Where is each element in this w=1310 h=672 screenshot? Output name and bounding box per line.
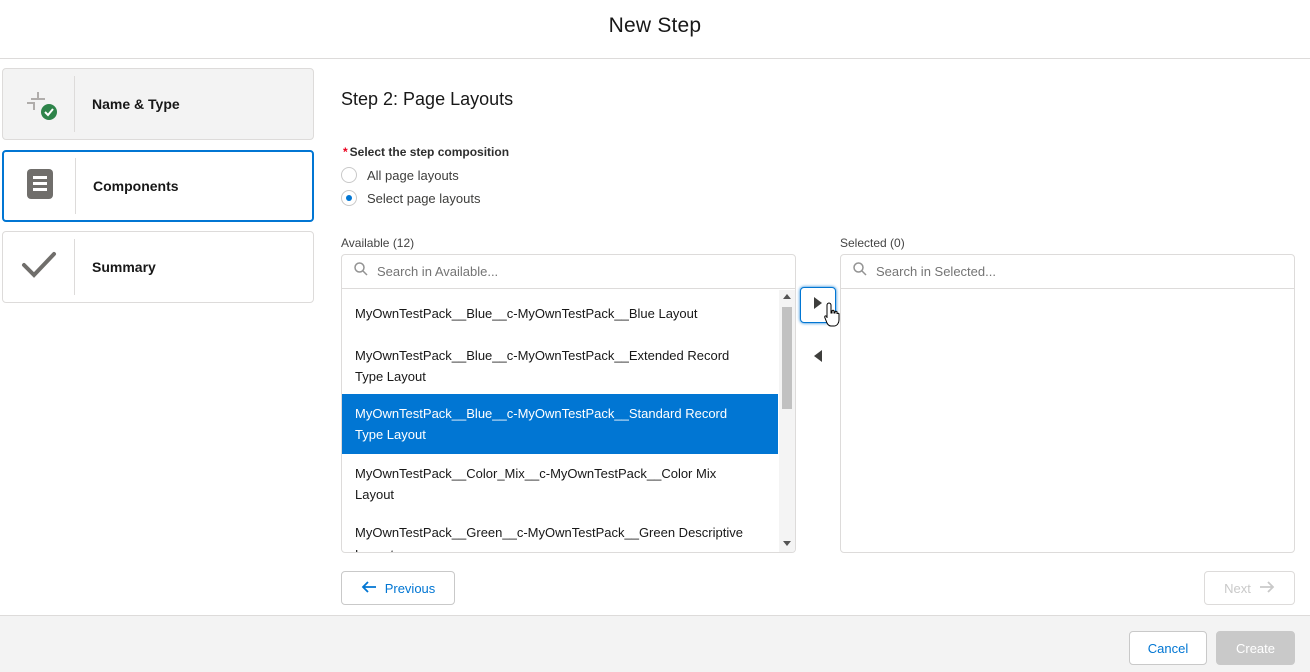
scrollbar-thumb[interactable] <box>782 307 792 409</box>
available-listbox[interactable]: MyOwnTestPack__Blue__c-MyOwnTestPack__Bl… <box>341 254 796 553</box>
composition-label: * Select the step composition <box>343 145 509 159</box>
available-search-input[interactable] <box>377 264 757 279</box>
hand-cursor-icon <box>824 302 840 333</box>
list-item-text: MyOwnTestPack__Blue__c-MyOwnTestPack__Bl… <box>355 303 698 325</box>
list-item[interactable]: MyOwnTestPack__Blue__c-MyOwnTestPack__Bl… <box>342 290 778 338</box>
arrow-left-icon <box>361 580 377 596</box>
list-item[interactable]: MyOwnTestPack__Blue__c-MyOwnTestPack__Ex… <box>342 338 778 394</box>
list-item-line: MyOwnTestPack__Green__c-MyOwnTestPack__G… <box>355 525 743 540</box>
arrow-right-icon <box>1259 580 1275 596</box>
scroll-down-icon[interactable] <box>783 541 791 546</box>
list-item-line: MyOwnTestPack__Blue__c-MyOwnTestPack__St… <box>355 405 728 421</box>
list-item-selected[interactable]: MyOwnTestPack__Blue__c-MyOwnTestPack__St… <box>342 394 778 454</box>
selected-label: Selected (0) <box>840 236 905 250</box>
move-to-available-button[interactable] <box>800 340 836 376</box>
modal-header: New Step <box>0 0 1310 59</box>
step-title: Step 2: Page Layouts <box>341 89 514 109</box>
step-icon-box <box>3 76 75 132</box>
previous-label: Previous <box>384 580 436 596</box>
selected-search-input[interactable] <box>876 264 1256 279</box>
radio-label: All page layouts <box>367 167 459 183</box>
list-item-text: MyOwnTestPack__Color_Mix__c-MyOwnTestPac… <box>355 463 716 506</box>
list-item-line: Type Layout <box>355 369 426 384</box>
next-button[interactable]: Next <box>1204 571 1295 605</box>
step-label: Name & Type <box>92 96 180 112</box>
next-label: Next <box>1224 580 1251 596</box>
list-item-line: MyOwnTestPack__Blue__c-MyOwnTestPack__Bl… <box>355 306 698 322</box>
radio-all-page-layouts[interactable]: All page layouts <box>341 167 459 183</box>
triangle-right-icon <box>813 296 823 314</box>
available-search <box>342 255 795 289</box>
list-item[interactable]: MyOwnTestPack__Green__c-MyOwnTestPack__G… <box>342 514 778 552</box>
previous-button[interactable]: Previous <box>341 571 455 605</box>
cancel-button[interactable]: Cancel <box>1129 631 1207 665</box>
list-item-text: MyOwnTestPack__Blue__c-MyOwnTestPack__St… <box>355 403 727 446</box>
list-item-line: Layout <box>355 544 743 553</box>
modal-title: New Step <box>608 14 702 37</box>
triangle-left-icon <box>813 349 823 367</box>
scroll-up-icon[interactable] <box>783 294 791 299</box>
step-label: Summary <box>92 259 156 275</box>
list-item-line: MyOwnTestPack__Blue__c-MyOwnTestPack__Ex… <box>355 347 730 363</box>
list-item-line: MyOwnTestPack__Color_Mix__c-MyOwnTestPac… <box>355 465 717 481</box>
checkmark-icon <box>21 251 57 284</box>
modal-footer: Cancel Create <box>0 615 1310 672</box>
list-item-line: Type Layout <box>355 427 426 442</box>
required-marker: * <box>343 145 348 159</box>
composition-label-text: Select the step composition <box>349 145 510 159</box>
document-list-icon <box>24 168 56 205</box>
available-options: MyOwnTestPack__Blue__c-MyOwnTestPack__Bl… <box>342 290 778 552</box>
step-icon-box <box>4 158 76 214</box>
create-button[interactable]: Create <box>1216 631 1295 665</box>
search-icon <box>354 262 368 281</box>
radio-label: Select page layouts <box>367 190 481 206</box>
search-icon <box>853 262 867 281</box>
merge-arrows-check-icon <box>19 82 59 127</box>
step-icon-box <box>3 239 75 295</box>
step-components[interactable]: Components <box>2 150 314 222</box>
list-item-text: MyOwnTestPack__Green__c-MyOwnTestPack__G… <box>355 522 743 552</box>
selected-search <box>841 255 1294 289</box>
radio-button[interactable] <box>341 167 357 183</box>
step-label: Components <box>93 178 179 194</box>
available-label: Available (12) <box>341 236 415 250</box>
list-item-line: Layout <box>355 487 395 502</box>
list-item[interactable]: MyOwnTestPack__Color_Mix__c-MyOwnTestPac… <box>342 454 778 514</box>
step-summary[interactable]: Summary <box>2 231 314 303</box>
selected-listbox[interactable] <box>840 254 1295 553</box>
available-scrollbar[interactable] <box>779 290 795 552</box>
radio-select-page-layouts[interactable]: Select page layouts <box>341 190 480 206</box>
list-item-text: MyOwnTestPack__Blue__c-MyOwnTestPack__Ex… <box>355 345 729 388</box>
step-name-type[interactable]: Name & Type <box>2 68 314 140</box>
radio-button[interactable] <box>341 190 357 206</box>
